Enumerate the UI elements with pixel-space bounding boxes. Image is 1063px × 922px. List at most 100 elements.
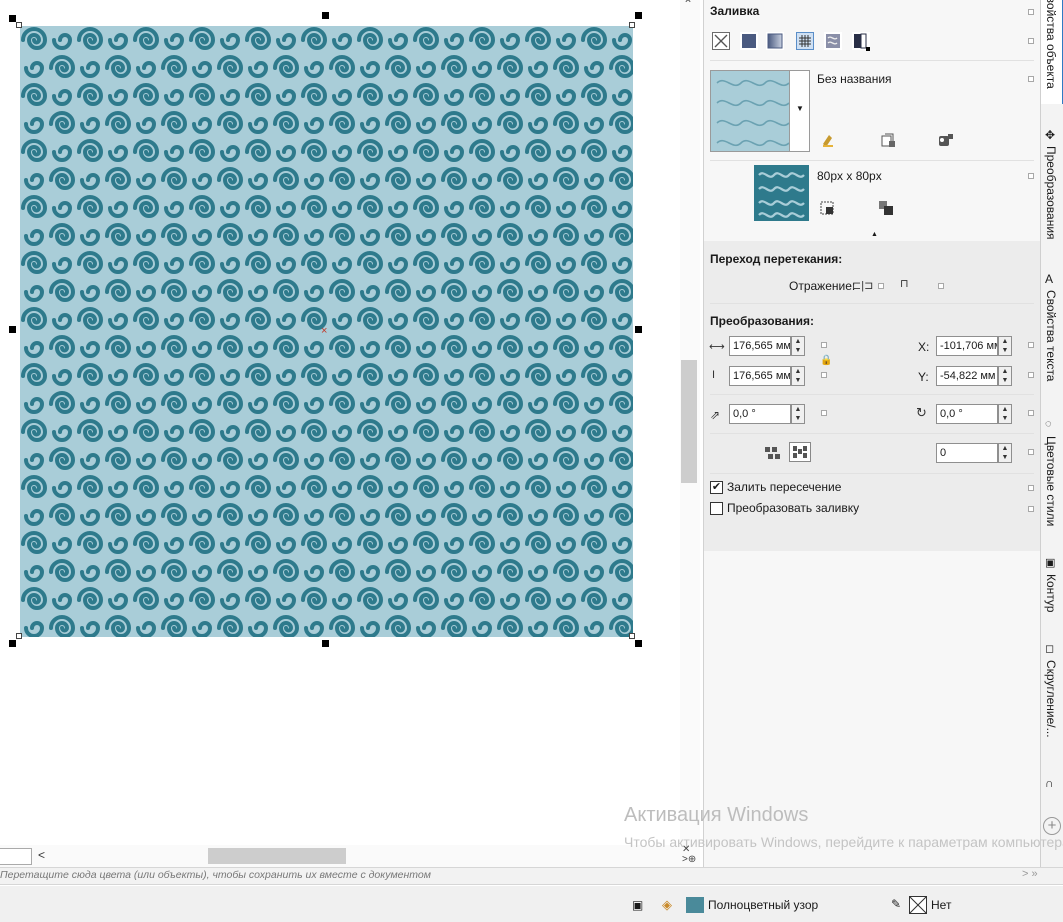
- row-offset-icon[interactable]: [764, 446, 780, 463]
- tab-transformations[interactable]: Преобразования ✥: [1041, 128, 1063, 256]
- node-corner-bottom-right[interactable]: [629, 633, 635, 639]
- y-input[interactable]: -54,822 мм: [936, 366, 998, 386]
- headphones-icon[interactable]: ∩: [1045, 776, 1054, 790]
- scroll-left-arrow-icon[interactable]: <: [38, 848, 45, 862]
- transform-fill-checkbox[interactable]: [710, 502, 723, 515]
- y-spinner[interactable]: ▲ ▼: [998, 366, 1012, 386]
- fill-intersection-checkbox[interactable]: ✔: [710, 481, 723, 494]
- rotate-spinner[interactable]: ▲ ▼: [998, 404, 1012, 424]
- vector-pattern-fill-icon[interactable]: [796, 32, 814, 50]
- no-outline-swatch-icon: [909, 896, 927, 914]
- fill-swatch: [686, 897, 704, 913]
- options-square[interactable]: [1028, 506, 1034, 512]
- outline-pen-icon[interactable]: ✎: [891, 897, 901, 911]
- tile-origin-icon[interactable]: [819, 200, 835, 219]
- reflection-label: Отражение:: [789, 279, 856, 293]
- mirror-vertical-icon[interactable]: ⊓: [900, 277, 909, 291]
- rotate-input[interactable]: 0,0 °: [936, 404, 998, 424]
- tab-label: Свойства текста: [1044, 290, 1058, 382]
- palette-scroll-arrows-icon[interactable]: > »: [1022, 868, 1038, 880]
- view-mode-icon[interactable]: ▣: [632, 898, 643, 912]
- node-corner-top-right[interactable]: [629, 22, 635, 28]
- selection-handle-left[interactable]: [9, 326, 16, 333]
- tab-label: Цветовые стили: [1044, 436, 1058, 527]
- options-square[interactable]: [821, 342, 827, 348]
- selection-handle-top-right[interactable]: [635, 12, 642, 19]
- fill-intersection-label: Залить пересечение: [727, 480, 842, 494]
- selection-handle-bottom-left[interactable]: [9, 640, 16, 647]
- skew-spinner[interactable]: ▲ ▼: [791, 404, 805, 424]
- horizontal-scrollbar-thumb[interactable]: [208, 848, 346, 864]
- options-square[interactable]: [938, 283, 944, 289]
- edit-pattern-icon[interactable]: [820, 132, 836, 151]
- mirror-horizontal-icon[interactable]: ⊏|⊐: [852, 279, 873, 293]
- postscript-fill-icon[interactable]: [852, 32, 870, 51]
- pattern-name: Без названия: [817, 72, 892, 86]
- tab-color-styles[interactable]: Цветовые стили ◌: [1041, 418, 1063, 542]
- pattern-preview[interactable]: [710, 70, 790, 152]
- width-input[interactable]: 176,565 мм: [729, 336, 791, 356]
- node-corner-bottom-left[interactable]: [16, 633, 22, 639]
- transition-title: Переход перетекания:: [710, 252, 843, 266]
- outline-status-label: Нет: [931, 898, 952, 912]
- selection-handle-bottom-right[interactable]: [635, 640, 642, 647]
- tab-label: Контур: [1044, 574, 1058, 613]
- options-square[interactable]: [821, 410, 827, 416]
- page-navigator[interactable]: [0, 848, 32, 865]
- transform-fill-label: Преобразовать заливку: [727, 501, 860, 515]
- options-square[interactable]: [821, 372, 827, 378]
- drawing-canvas[interactable]: ×: [0, 0, 680, 870]
- no-fill-icon[interactable]: [712, 32, 730, 50]
- rotation-center-icon[interactable]: ×: [321, 326, 327, 337]
- skew-input[interactable]: 0,0 °: [729, 404, 791, 424]
- uniform-fill-icon[interactable]: [740, 32, 758, 50]
- save-pattern-icon[interactable]: [936, 132, 954, 151]
- fill-bucket-icon[interactable]: ◈: [662, 897, 672, 913]
- x-input[interactable]: -101,706 мм: [936, 336, 998, 356]
- options-square[interactable]: [878, 283, 884, 289]
- options-square[interactable]: [1028, 372, 1034, 378]
- activation-watermark-title: Активация Windows: [624, 804, 809, 826]
- chevron-down-icon: ▼: [796, 104, 804, 113]
- pattern-dropdown-button[interactable]: ▼: [790, 70, 810, 152]
- x-spinner[interactable]: ▲ ▼: [998, 336, 1012, 356]
- tab-fillet[interactable]: Скругление/... ◻: [1041, 642, 1063, 754]
- options-square[interactable]: [1028, 410, 1034, 416]
- texture-fill-icon[interactable]: [824, 32, 842, 50]
- y-label: Y:: [918, 370, 929, 384]
- options-square[interactable]: [1028, 449, 1034, 455]
- lock-icon[interactable]: 🔒: [820, 354, 832, 368]
- fountain-fill-icon[interactable]: [766, 32, 784, 50]
- tab-text-properties[interactable]: Свойства текста A: [1041, 272, 1063, 392]
- skew-icon: ⇗: [710, 408, 721, 422]
- node-corner-top-left[interactable]: [16, 22, 22, 28]
- column-offset-icon[interactable]: [789, 442, 811, 462]
- collapse-arrow-icon[interactable]: ▲: [871, 231, 878, 238]
- width-spinner[interactable]: ▲ ▼: [791, 336, 805, 356]
- selection-handle-bottom[interactable]: [322, 640, 329, 647]
- palette-hint: Перетащите сюда цвета (или объекты), что…: [0, 869, 431, 881]
- options-square[interactable]: [1028, 9, 1034, 15]
- options-square[interactable]: [1028, 342, 1034, 348]
- options-square[interactable]: [1028, 76, 1034, 82]
- options-square[interactable]: [1028, 173, 1034, 179]
- tile-copies-icon[interactable]: [878, 200, 894, 219]
- options-square[interactable]: [1028, 38, 1034, 44]
- tab-object-properties[interactable]: Свойства объекта: [1041, 0, 1063, 104]
- scroll-up-arrow-icon[interactable]: ⌃: [683, 0, 693, 11]
- selection-handle-top-left[interactable]: [9, 15, 16, 22]
- outline-tab-icon: ▣: [1045, 557, 1056, 569]
- tab-outline[interactable]: Контур ▣: [1041, 556, 1063, 620]
- options-square[interactable]: [1028, 485, 1034, 491]
- height-input[interactable]: 176,565 мм: [729, 366, 791, 386]
- height-spinner[interactable]: ▲ ▼: [791, 366, 805, 386]
- offset-input[interactable]: 0: [936, 443, 998, 463]
- offset-spinner[interactable]: ▲ ▼: [998, 443, 1012, 463]
- add-docker-icon[interactable]: +: [1043, 817, 1061, 835]
- divider: [710, 394, 1034, 395]
- new-from-document-icon[interactable]: [880, 132, 896, 151]
- vertical-scrollbar-thumb[interactable]: [681, 360, 697, 483]
- x-label: X:: [918, 340, 930, 354]
- selection-handle-right[interactable]: [635, 326, 642, 333]
- selection-handle-top[interactable]: [322, 12, 329, 19]
